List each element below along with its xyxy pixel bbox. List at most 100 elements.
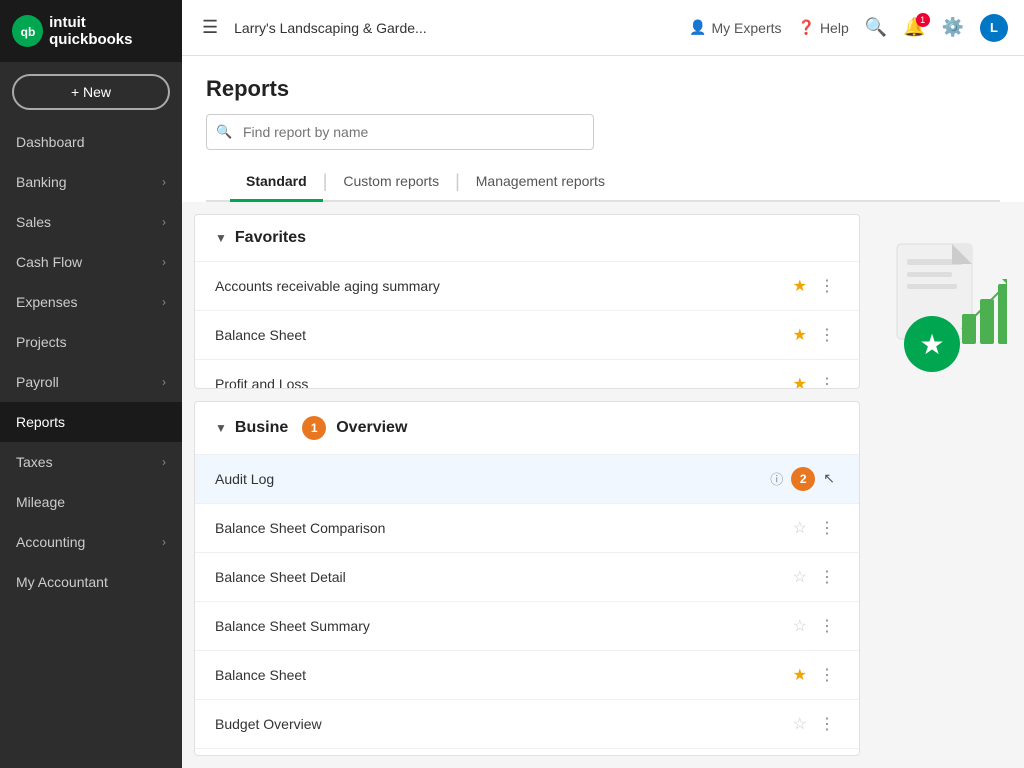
table-row[interactable]: Profit and Loss ★ ⋮ bbox=[195, 359, 859, 389]
star-filled-icon[interactable]: ★ bbox=[793, 374, 807, 389]
sidebar-item-label: My Accountant bbox=[16, 574, 108, 590]
notification-badge: 1 bbox=[916, 13, 930, 27]
sidebar-item-label: Expenses bbox=[16, 294, 77, 310]
sidebar-item-taxes[interactable]: Taxes › bbox=[0, 442, 182, 482]
star-empty-icon[interactable]: ☆ bbox=[793, 616, 807, 636]
table-row[interactable]: Budget Overview ☆ ⋮ bbox=[195, 699, 859, 748]
star-empty-icon[interactable]: ☆ bbox=[793, 567, 807, 587]
cursor-icon: ↖ bbox=[823, 470, 835, 487]
more-options-icon[interactable]: ⋮ bbox=[815, 516, 839, 540]
svg-text:★: ★ bbox=[919, 329, 944, 360]
content-area: Reports Standard | Custom reports | Mana… bbox=[182, 56, 1024, 768]
more-options-icon[interactable]: ⋮ bbox=[815, 274, 839, 298]
search-input[interactable] bbox=[206, 114, 594, 150]
new-button[interactable]: + New bbox=[12, 74, 170, 110]
sidebar-item-dashboard[interactable]: Dashboard bbox=[0, 122, 182, 162]
notifications-icon[interactable]: 🔔 1 bbox=[903, 17, 925, 38]
report-name: Profit and Loss bbox=[215, 376, 793, 389]
report-name: Budget Overview bbox=[215, 716, 793, 732]
illustration: ★ bbox=[872, 214, 1012, 756]
tab-standard[interactable]: Standard bbox=[230, 163, 323, 202]
star-filled-icon[interactable]: ★ bbox=[793, 325, 807, 345]
report-name: Balance Sheet bbox=[215, 327, 793, 343]
report-name: Audit Log bbox=[215, 471, 764, 487]
sidebar-item-my-accountant[interactable]: My Accountant bbox=[0, 562, 182, 602]
business-overview-title: Busine bbox=[235, 419, 288, 437]
section-collapse-icon: ▼ bbox=[215, 231, 227, 245]
sidebar-item-banking[interactable]: Banking › bbox=[0, 162, 182, 202]
sidebar: qb intuit quickbooks + New Dashboard Ban… bbox=[0, 0, 182, 768]
help-icon: ❓ bbox=[798, 19, 815, 36]
favorites-section: ▼ Favorites Accounts receivable aging su… bbox=[194, 214, 860, 389]
person-icon: 👤 bbox=[689, 19, 706, 36]
report-name: Balance Sheet Summary bbox=[215, 618, 793, 634]
sidebar-item-cashflow[interactable]: Cash Flow › bbox=[0, 242, 182, 282]
reports-illustration: ★ bbox=[877, 234, 1007, 384]
star-filled-icon[interactable]: ★ bbox=[793, 276, 807, 296]
table-row[interactable]: Budget vs. Actuals ☆ ⋮ bbox=[195, 748, 859, 756]
sidebar-item-label: Mileage bbox=[16, 494, 65, 510]
my-experts-label: My Experts bbox=[711, 20, 781, 36]
svg-text:qb: qb bbox=[20, 25, 35, 39]
help-label: Help bbox=[820, 20, 849, 36]
business-overview-section: ▼ Busine 1 Overview Audit Log ⓘ 2 ↖ Bala… bbox=[194, 401, 860, 756]
sidebar-item-label: Accounting bbox=[16, 534, 85, 550]
table-row[interactable]: Balance Sheet Summary ☆ ⋮ bbox=[195, 601, 859, 650]
main-content: ☰ Larry's Landscaping & Garde... 👤 My Ex… bbox=[182, 0, 1024, 768]
help-button[interactable]: ❓ Help bbox=[798, 19, 849, 36]
tab-custom-reports[interactable]: Custom reports bbox=[327, 163, 455, 202]
sidebar-item-expenses[interactable]: Expenses › bbox=[0, 282, 182, 322]
more-options-icon[interactable]: ⋮ bbox=[815, 565, 839, 589]
chevron-right-icon: › bbox=[162, 455, 166, 469]
sidebar-item-sales[interactable]: Sales › bbox=[0, 202, 182, 242]
tab-management-reports[interactable]: Management reports bbox=[460, 163, 621, 202]
sidebar-item-accounting[interactable]: Accounting › bbox=[0, 522, 182, 562]
topbar-actions: 👤 My Experts ❓ Help 🔍 🔔 1 ⚙️ L bbox=[689, 14, 1008, 42]
report-name: Balance Sheet bbox=[215, 667, 793, 683]
sidebar-item-reports[interactable]: Reports bbox=[0, 402, 182, 442]
report-name: Balance Sheet Comparison bbox=[215, 520, 793, 536]
sidebar-item-payroll[interactable]: Payroll › bbox=[0, 362, 182, 402]
star-empty-icon[interactable]: ☆ bbox=[793, 714, 807, 734]
menu-icon[interactable]: ☰ bbox=[198, 13, 222, 42]
my-experts-button[interactable]: 👤 My Experts bbox=[689, 19, 781, 36]
sidebar-item-label: Payroll bbox=[16, 374, 59, 390]
star-filled-icon[interactable]: ★ bbox=[793, 665, 807, 685]
settings-icon[interactable]: ⚙️ bbox=[942, 17, 964, 38]
more-options-icon[interactable]: ⋮ bbox=[815, 712, 839, 736]
sidebar-item-projects[interactable]: Projects bbox=[0, 322, 182, 362]
step-2-bubble: 2 bbox=[791, 467, 815, 491]
favorites-header[interactable]: ▼ Favorites bbox=[195, 215, 859, 261]
report-name: Accounts receivable aging summary bbox=[215, 278, 793, 294]
table-row[interactable]: Balance Sheet ★ ⋮ bbox=[195, 310, 859, 359]
chevron-right-icon: › bbox=[162, 295, 166, 309]
chevron-right-icon: › bbox=[162, 375, 166, 389]
table-row[interactable]: Balance Sheet Detail ☆ ⋮ bbox=[195, 552, 859, 601]
sidebar-item-mileage[interactable]: Mileage bbox=[0, 482, 182, 522]
favorites-title: Favorites bbox=[235, 229, 306, 247]
table-row[interactable]: Accounts receivable aging summary ★ ⋮ bbox=[195, 261, 859, 310]
table-row[interactable]: Balance Sheet Comparison ☆ ⋮ bbox=[195, 503, 859, 552]
sidebar-item-label: Projects bbox=[16, 334, 67, 350]
more-options-icon[interactable]: ⋮ bbox=[815, 614, 839, 638]
search-icon[interactable]: 🔍 bbox=[865, 17, 887, 38]
reports-column: ▼ Favorites Accounts receivable aging su… bbox=[194, 214, 860, 756]
table-row[interactable]: Audit Log ⓘ 2 ↖ bbox=[195, 454, 859, 503]
logo-icon: qb bbox=[12, 15, 43, 47]
more-options-icon[interactable]: ⋮ bbox=[815, 323, 839, 347]
sidebar-item-label: Taxes bbox=[16, 454, 53, 470]
topbar: ☰ Larry's Landscaping & Garde... 👤 My Ex… bbox=[182, 0, 1024, 56]
star-empty-icon[interactable]: ☆ bbox=[793, 518, 807, 538]
avatar[interactable]: L bbox=[980, 14, 1008, 42]
chevron-right-icon: › bbox=[162, 535, 166, 549]
sidebar-item-label: Banking bbox=[16, 174, 67, 190]
logo-text: intuit quickbooks bbox=[49, 14, 170, 48]
business-overview-header[interactable]: ▼ Busine 1 Overview bbox=[195, 402, 859, 454]
more-options-icon[interactable]: ⋮ bbox=[815, 372, 839, 389]
section-collapse-icon: ▼ bbox=[215, 421, 227, 435]
sidebar-item-label: Dashboard bbox=[16, 134, 85, 150]
more-options-icon[interactable]: ⋮ bbox=[815, 663, 839, 687]
table-row[interactable]: Balance Sheet ★ ⋮ bbox=[195, 650, 859, 699]
company-name: Larry's Landscaping & Garde... bbox=[234, 20, 677, 36]
chevron-right-icon: › bbox=[162, 255, 166, 269]
